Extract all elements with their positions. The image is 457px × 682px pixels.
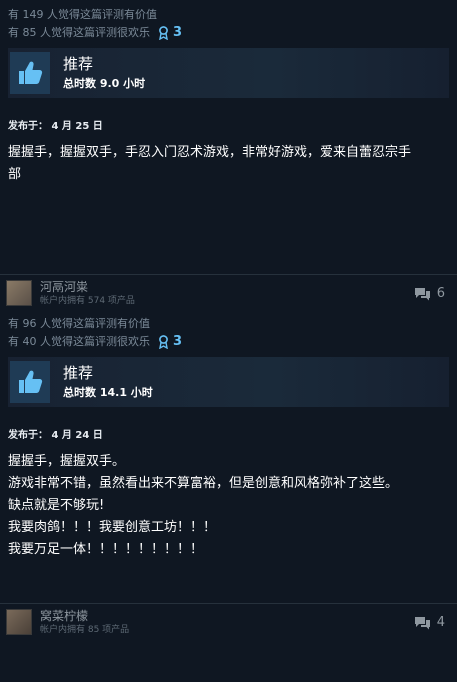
review-card-2: 有 96 人觉得这篇评测有价值 有 40 人觉得这篇评测很欢乐 3 推荐 总时数… — [0, 311, 457, 603]
review-line: 部 — [8, 167, 22, 182]
recommendation-label: 推荐 — [63, 55, 94, 73]
review-card-1: 有 149 人觉得这篇评测有价值 有 85 人觉得这篇评测很欢乐 3 推荐 总时… — [0, 0, 457, 274]
playtime-hours: 总时数 9.0 小时 — [63, 77, 146, 90]
posted-date: 发布于： 4 月 25 日 — [8, 121, 103, 132]
review-line: 我要万足一体！！！！！！！！！ — [8, 542, 204, 557]
author-name[interactable]: 河鬲河粜 — [40, 280, 135, 295]
thumbs-up-icon — [10, 52, 50, 94]
comment-icon — [414, 288, 430, 301]
comments-button[interactable]: 4 — [414, 615, 445, 630]
review-line: 游戏非常不错，虽然看出来不算富裕，但是创意和风格弥补了这些。 — [8, 476, 399, 491]
comment-icon — [414, 617, 430, 630]
avatar[interactable] — [6, 280, 32, 306]
recommendation-header[interactable]: 推荐 总时数 9.0 小时 — [8, 48, 449, 98]
playtime-hours: 总时数 14.1 小时 — [63, 386, 153, 399]
award-button[interactable]: 3 — [158, 333, 182, 351]
review-line: 握握手，握握双手。 — [8, 454, 126, 469]
helpful-count: 有 96 人觉得这篇评测有价值 — [8, 317, 150, 330]
review-content: 握握手，握握双手。 游戏非常不错，虽然看出来不算富裕，但是创意和风格弥补了这些。… — [8, 451, 449, 603]
review-line: 缺点就是不够玩! — [8, 498, 105, 513]
comment-count: 6 — [436, 286, 445, 301]
avatar[interactable] — [6, 609, 32, 635]
award-button[interactable]: 3 — [158, 24, 182, 42]
review-stats: 有 96 人觉得这篇评测有价值 有 40 人觉得这篇评测很欢乐 3 — [0, 311, 457, 351]
products-owned: 帐户内拥有 85 项产品 — [40, 624, 130, 635]
posted-date: 发布于： 4 月 24 日 — [8, 430, 103, 441]
comment-count: 4 — [436, 615, 445, 630]
award-count: 3 — [173, 334, 183, 349]
review-line: 握握手，握握双手，手忍入门忍术游戏，非常好游戏，爱来自蕾忍宗手 — [8, 145, 412, 160]
funny-count: 有 40 人觉得这篇评测很欢乐 — [8, 335, 150, 348]
award-ribbon-icon — [159, 335, 168, 349]
funny-count: 有 85 人觉得这篇评测很欢乐 — [8, 26, 150, 39]
products-owned: 帐户内拥有 574 项产品 — [40, 295, 135, 306]
review-author-2: 窝菜柠檬 帐户内拥有 85 项产品 4 — [0, 604, 457, 640]
author-name[interactable]: 窝菜柠檬 — [40, 609, 129, 624]
review-line: 我要肉鸽！！！我要创意工坊！！！ — [8, 520, 217, 535]
thumbs-up-icon — [10, 361, 50, 403]
recommendation-header[interactable]: 推荐 总时数 14.1 小时 — [8, 357, 449, 407]
helpful-count: 有 149 人觉得这篇评测有价值 — [8, 8, 157, 21]
award-count: 3 — [173, 25, 183, 40]
recommendation-label: 推荐 — [63, 364, 94, 382]
comments-button[interactable]: 6 — [414, 286, 445, 301]
review-author-1: 河鬲河粜 帐户内拥有 574 项产品 6 — [0, 275, 457, 311]
award-ribbon-icon — [159, 26, 168, 40]
review-stats: 有 149 人觉得这篇评测有价值 有 85 人觉得这篇评测很欢乐 3 — [0, 0, 457, 42]
review-content: 握握手，握握双手，手忍入门忍术游戏，非常好游戏，爱来自蕾忍宗手 部 — [8, 142, 449, 274]
